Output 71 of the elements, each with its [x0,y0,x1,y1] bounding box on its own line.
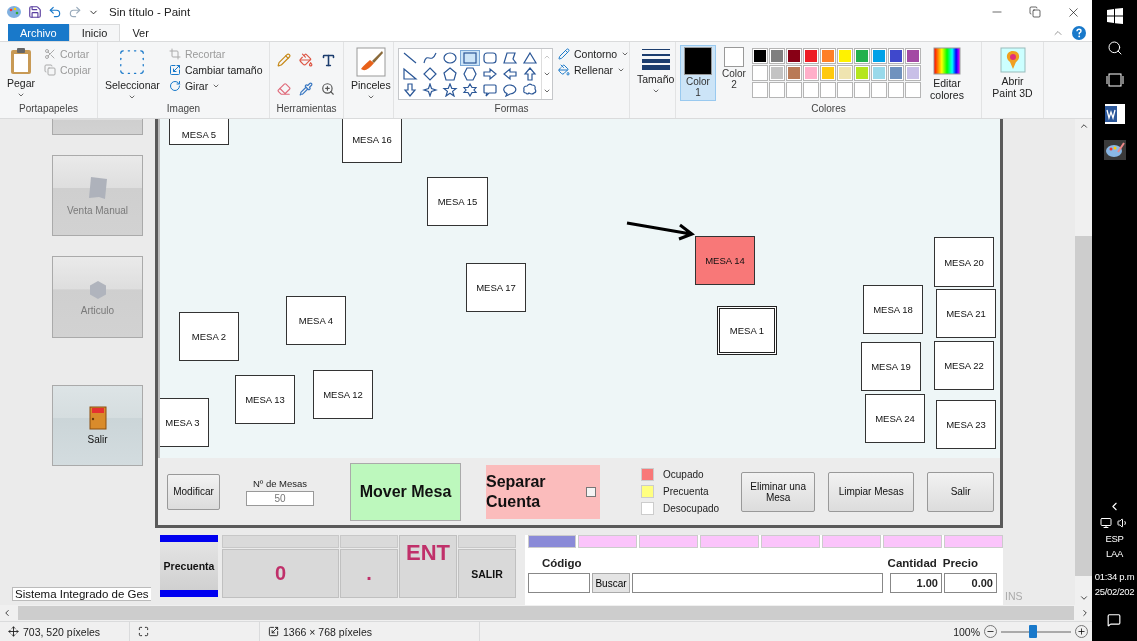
outline-button[interactable]: Contorno [556,47,632,61]
keyboard-layout[interactable]: LAA [1105,548,1123,559]
paint-3d-button[interactable]: Abrir Paint 3D [986,45,1039,118]
exit-key[interactable]: SALIR [458,549,516,598]
zoom-level: 100% [953,625,980,638]
table-tile[interactable]: MESA 16 [342,119,402,163]
table-tile[interactable]: MESA 1 [717,306,777,355]
legend-label: Precuenta [663,486,709,497]
price-field[interactable]: 0.00 [944,573,997,593]
table-tile[interactable]: MESA 23 [936,400,996,449]
ribbon-tab[interactable]: Inicio [68,24,121,41]
table-tile[interactable]: MESA 14 [695,236,755,285]
side-button[interactable]: Salir [52,385,143,466]
size-button[interactable]: Tamaño [634,45,678,118]
key[interactable]: . [340,549,398,598]
clock-time[interactable]: 01:34 p.m [1094,571,1135,582]
table-tile[interactable]: MESA 22 [934,341,994,390]
brushes-button[interactable]: Pinceles [348,45,394,118]
table-tile[interactable]: MESA 13 [235,375,295,424]
table-tile[interactable]: MESA 24 [865,394,925,443]
table-tile[interactable]: MESA 15 [427,177,488,226]
ribbon-tab[interactable]: Archivo [8,24,69,41]
table-tile[interactable]: MESA 17 [466,263,526,312]
clock-date[interactable]: 25/02/202 [1094,586,1135,597]
table-tile[interactable]: MESA 5 [169,119,229,145]
count-label: Nº de Mesas [252,477,308,489]
window-title: Sin título - Paint [109,6,191,18]
color-slot[interactable]: Color 2 [718,45,750,101]
group-label: Herramientas [275,103,338,116]
language-indicator[interactable]: ESP [1105,533,1124,544]
code-label: Código [542,557,582,571]
group-label: Imagen [165,103,202,117]
precheck-button[interactable]: Precuenta [160,535,218,597]
table-tile[interactable]: MESA 2 [179,312,239,361]
table-tile[interactable]: MESA 21 [936,289,996,338]
key[interactable]: ENT [399,535,457,598]
key[interactable]: 0 [222,549,339,598]
table-tile[interactable]: MESA 19 [861,342,921,391]
table-tile[interactable]: MESA 4 [286,296,346,345]
action-button[interactable]: Eliminar una Mesa [741,471,816,512]
group-label: Formas [493,103,530,116]
paste-button[interactable]: Pegar [4,45,39,103]
group-label: Colores [810,103,847,117]
app-title: Sistema Integrado de Ges [12,587,151,601]
edit-colors-button[interactable]: Editar colores [923,45,971,104]
search-button[interactable]: Buscar [592,573,630,593]
modify-button[interactable]: Modificar [167,473,220,510]
action-button[interactable]: Salir [927,471,995,512]
table-tile[interactable]: MESA 18 [863,285,923,334]
table-tile[interactable]: MESA 20 [934,237,994,287]
split-bill-option[interactable]: Separar Cuenta [486,464,600,519]
resize-button[interactable]: Cambiar tamaño [166,63,265,77]
action-button[interactable]: Limpiar Mesas [828,471,915,512]
quantity-label: Cantidad [887,557,937,571]
move-table-button[interactable]: Mover Mesa [350,462,461,521]
table-tile[interactable]: MESA 12 [313,370,373,419]
insert-mode-label: INS [1005,590,1023,602]
legend-label: Ocupado [663,469,704,480]
image-size: 1366 × 768 píxeles [283,625,373,638]
split-bill-label: Separar Cuenta [486,472,547,511]
quantity-field[interactable]: 1.00 [890,573,942,593]
color-slot[interactable]: Color 1 [680,45,716,101]
table-tile[interactable]: MESA 3 [160,398,209,447]
legend-label: Desocupado [663,503,720,514]
rotate-button[interactable]: Girar [166,79,223,93]
select-button[interactable]: Seleccionar [102,45,163,104]
cursor-position: 703, 520 píxeles [23,625,101,638]
fill-button[interactable]: Rellenar [556,63,628,77]
count-field[interactable]: 50 [246,490,314,506]
group-label: Portapapeles [18,103,79,116]
price-label: Precio [942,557,978,571]
